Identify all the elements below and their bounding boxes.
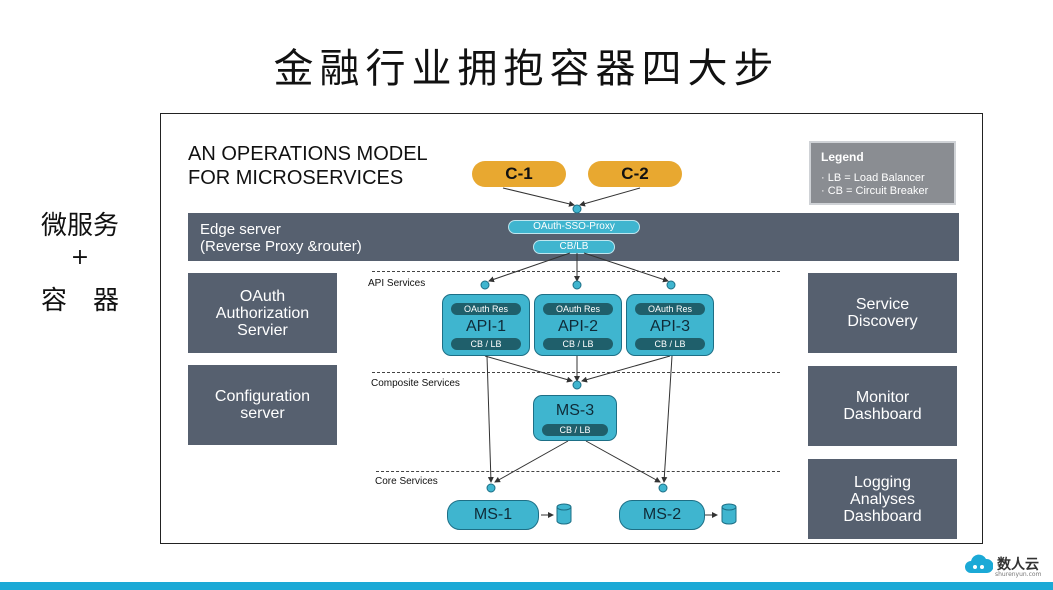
line-api1-ms1 bbox=[486, 355, 494, 483]
port-dot bbox=[658, 483, 668, 493]
api-service-name: API-1 bbox=[465, 318, 506, 335]
port-dot bbox=[666, 280, 676, 290]
cb-lb-tag: CB / LB bbox=[543, 338, 613, 350]
api-service-name: API-2 bbox=[557, 318, 598, 335]
line-api1-ms3 bbox=[484, 355, 573, 383]
core-service-name: MS-2 bbox=[642, 506, 682, 523]
line-ms3-ms2 bbox=[585, 440, 661, 483]
oauth-res-tag: OAuth Res bbox=[635, 303, 705, 315]
footer-accent-bar bbox=[0, 582, 1053, 590]
core-service-node: MS-1 bbox=[447, 500, 539, 530]
brand-url: shurenyun.com bbox=[995, 571, 1042, 578]
oauth-res-tag: OAuth Res bbox=[451, 303, 521, 315]
port-dot bbox=[572, 280, 582, 290]
composite-service-name: MS-3 bbox=[555, 402, 595, 419]
port-dot bbox=[480, 280, 490, 290]
port-dot bbox=[572, 380, 582, 390]
database-icon bbox=[721, 503, 737, 525]
api-service-node: OAuth Res API-1 CB / LB bbox=[442, 294, 530, 356]
cb-lb-tag: CB / LB bbox=[451, 338, 521, 350]
database-icon bbox=[556, 503, 572, 525]
api-service-node: OAuth Res API-2 CB / LB bbox=[534, 294, 622, 356]
cb-lb-tag: CB / LB bbox=[635, 338, 705, 350]
api-service-node: OAuth Res API-3 CB / LB bbox=[626, 294, 714, 356]
line-c1-edge bbox=[502, 187, 575, 207]
line-ms3-ms1 bbox=[494, 440, 569, 483]
oauth-res-tag: OAuth Res bbox=[543, 303, 613, 315]
core-service-node: MS-2 bbox=[619, 500, 705, 530]
line-edge-api3 bbox=[583, 252, 669, 283]
line-edge-api1 bbox=[488, 252, 571, 283]
brand-logo: 数人云 shurenyun.com bbox=[965, 553, 1042, 578]
cb-lb-tag: CB / LB bbox=[542, 424, 608, 436]
port-dot bbox=[486, 483, 496, 493]
line-c2-edge bbox=[579, 187, 641, 207]
composite-service-node: MS-3 CB / LB bbox=[533, 395, 617, 441]
cloud-logo-icon bbox=[965, 554, 993, 573]
core-service-name: MS-1 bbox=[473, 506, 513, 523]
line-api3-ms2 bbox=[661, 355, 673, 483]
line-api3-ms3 bbox=[581, 355, 671, 383]
api-service-name: API-3 bbox=[649, 318, 690, 335]
port-dot bbox=[572, 204, 582, 214]
